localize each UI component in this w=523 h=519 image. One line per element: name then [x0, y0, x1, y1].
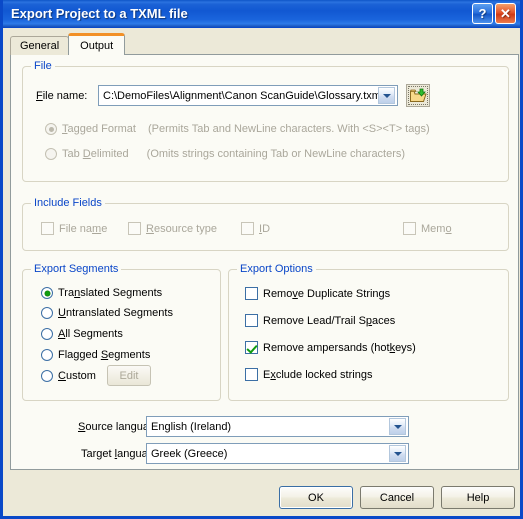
remove-ampersands-row[interactable]: Remove ampersands (hotkeys): [245, 341, 416, 354]
file-name-combobox[interactable]: C:\DemoFiles\Alignment\Canon ScanGuide\G…: [98, 85, 398, 106]
tab-output-label: Output: [80, 39, 114, 52]
target-language-value: Greek (Greece): [151, 447, 228, 460]
browse-file-button[interactable]: [406, 84, 430, 107]
file-name-value: C:\DemoFiles\Alignment\Canon ScanGuide\G…: [103, 89, 378, 102]
tab-general[interactable]: General: [10, 36, 70, 55]
tagged-format-radio[interactable]: [45, 123, 57, 135]
include-file-name-checkbox-row[interactable]: File name: [41, 222, 107, 235]
remove-lead-trail-spaces-checkbox[interactable]: [245, 314, 258, 327]
include-file-name-checkbox[interactable]: [41, 222, 54, 235]
include-id-checkbox[interactable]: [241, 222, 254, 235]
file-group-label: File: [31, 60, 55, 72]
radio-untranslated-segments-row[interactable]: Untranslated Segments: [41, 307, 173, 319]
include-memo-checkbox[interactable]: [403, 222, 416, 235]
file-group: File File name: C:\DemoFiles\Alignment\C…: [22, 60, 509, 182]
export-segments-group: Export Segments Translated Segments Untr…: [22, 263, 221, 401]
question-mark-icon: ?: [478, 6, 487, 21]
remove-duplicate-strings-row[interactable]: Remove Duplicate Strings: [245, 287, 390, 300]
radio-custom-label: Custom: [58, 370, 96, 382]
radio-flagged-segments[interactable]: [41, 349, 53, 361]
radio-translated-segments[interactable]: [41, 287, 53, 299]
radio-all-segments-row[interactable]: All Segments: [41, 328, 123, 340]
radio-translated-segments-row[interactable]: Translated Segments: [41, 287, 162, 299]
chevron-down-icon[interactable]: [389, 418, 406, 435]
chevron-down-icon[interactable]: [378, 87, 395, 104]
exclude-locked-strings-row[interactable]: Exclude locked strings: [245, 368, 372, 381]
include-file-name-label: File name: [59, 222, 108, 235]
radio-flagged-segments-row[interactable]: Flagged Segments: [41, 349, 150, 361]
remove-lead-trail-spaces-label: Remove Lead/Trail Spaces: [263, 314, 396, 327]
help-button-label: Help: [466, 491, 490, 504]
open-folder-icon: [409, 88, 427, 102]
export-options-group-label: Export Options: [237, 263, 316, 275]
export-options-group: Export Options Remove Duplicate Strings …: [228, 263, 509, 401]
cancel-button-label: Cancel: [379, 491, 415, 504]
radio-untranslated-segments-label: Untranslated Segments: [58, 307, 173, 319]
source-language-value: English (Ireland): [151, 420, 232, 433]
remove-lead-trail-spaces-row[interactable]: Remove Lead/Trail Spaces: [245, 314, 395, 327]
target-language-combobox[interactable]: Greek (Greece): [146, 443, 409, 464]
include-id-label: ID: [259, 222, 271, 235]
title-bar: Export Project to a TXML file ? ✕: [3, 0, 520, 28]
edit-custom-button-label: Edit: [119, 369, 139, 382]
tagged-format-description: (Permits Tab and NewLine characters. Wit…: [147, 123, 430, 135]
close-button[interactable]: ✕: [495, 3, 516, 24]
radio-custom[interactable]: [41, 370, 53, 382]
source-language-combobox[interactable]: English (Ireland): [146, 416, 409, 437]
radio-all-segments-label: All Segments: [58, 328, 123, 340]
include-resource-type-checkbox-row[interactable]: Resource type: [128, 222, 217, 235]
export-segments-group-label: Export Segments: [31, 263, 122, 275]
include-memo-label: Memo: [421, 222, 452, 235]
tab-delimited-description: (Omits strings containing Tab or NewLine…: [146, 148, 406, 160]
exclude-locked-strings-label: Exclude locked strings: [263, 368, 373, 381]
help-titlebar-button[interactable]: ?: [472, 3, 493, 24]
edit-custom-button[interactable]: Edit: [107, 365, 151, 386]
radio-untranslated-segments[interactable]: [41, 307, 53, 319]
include-memo-checkbox-row[interactable]: Memo: [403, 222, 452, 235]
chevron-down-icon[interactable]: [389, 445, 406, 462]
tab-general-label: General: [20, 40, 60, 52]
remove-ampersands-label: Remove ampersands (hotkeys): [263, 341, 416, 354]
file-name-label: File name:: [36, 90, 88, 102]
close-x-icon: ✕: [500, 5, 511, 21]
tagged-format-radio-row[interactable]: Tagged Format (Permits Tab and NewLine c…: [45, 123, 430, 135]
output-tab-panel: File File name: C:\DemoFiles\Alignment\C…: [10, 54, 519, 470]
cancel-button[interactable]: Cancel: [360, 486, 434, 509]
help-button[interactable]: Help: [441, 486, 515, 509]
include-fields-group: Include Fields File name Resource type I…: [22, 197, 509, 251]
tab-delimited-radio[interactable]: [45, 148, 57, 160]
tab-delimited-radio-row[interactable]: Tab Delimited (Omits strings containing …: [45, 148, 405, 160]
include-resource-type-label: Resource type: [146, 222, 217, 235]
include-resource-type-checkbox[interactable]: [128, 222, 141, 235]
radio-flagged-segments-label: Flagged Segments: [58, 349, 151, 361]
radio-all-segments[interactable]: [41, 328, 53, 340]
tab-delimited-label: Tab Delimited: [62, 148, 129, 160]
ok-button[interactable]: OK: [279, 486, 353, 509]
radio-custom-row[interactable]: Custom: [41, 370, 96, 382]
include-id-checkbox-row[interactable]: ID: [241, 222, 270, 235]
remove-duplicate-strings-label: Remove Duplicate Strings: [263, 287, 391, 300]
tab-output[interactable]: Output: [68, 33, 126, 55]
remove-duplicate-strings-checkbox[interactable]: [245, 287, 258, 300]
exclude-locked-strings-checkbox[interactable]: [245, 368, 258, 381]
tab-strip: General Output: [10, 33, 126, 55]
include-fields-group-label: Include Fields: [31, 197, 105, 209]
window-title: Export Project to a TXML file: [11, 6, 188, 21]
tagged-format-label: Tagged Format: [62, 123, 136, 135]
ok-button-label: OK: [308, 491, 324, 504]
remove-ampersands-checkbox[interactable]: [245, 341, 258, 354]
export-project-dialog: Export Project to a TXML file ? ✕ Genera…: [0, 0, 523, 519]
radio-translated-segments-label: Translated Segments: [58, 287, 163, 299]
